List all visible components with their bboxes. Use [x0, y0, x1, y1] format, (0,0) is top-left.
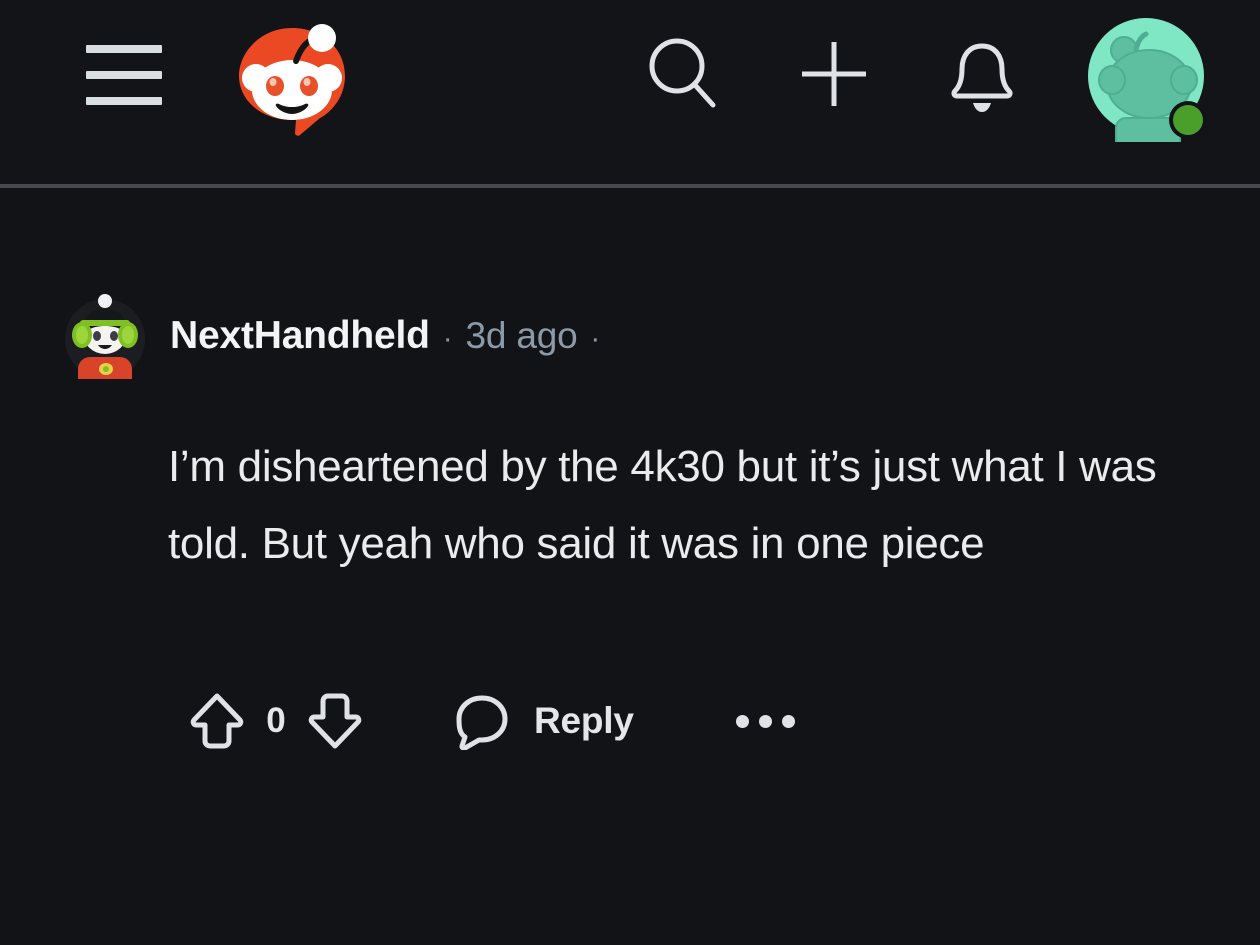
- comment-bubble-icon: [454, 692, 510, 750]
- avatar: [1084, 14, 1212, 142]
- search-button[interactable]: [636, 26, 732, 122]
- downvote-arrow-icon: [306, 690, 364, 752]
- menu-bar-3: [86, 97, 162, 105]
- comment-author-name[interactable]: NextHandheld: [170, 314, 430, 358]
- comment-header: NextHandheld · 3d ago ·: [62, 293, 613, 379]
- comment-byline: NextHandheld · 3d ago ·: [170, 314, 613, 358]
- plus-icon: [794, 34, 874, 114]
- reddit-app: NextHandheld · 3d ago · I’m disheartened…: [0, 0, 1260, 945]
- upvote-arrow-icon: [188, 690, 246, 752]
- comment-body-text: I’m disheartened by the 4k30 but it’s ju…: [168, 442, 1157, 568]
- byline-separator-2: ·: [590, 323, 601, 355]
- reply-button[interactable]: Reply: [454, 692, 634, 750]
- upvote-button[interactable]: [188, 690, 246, 752]
- vote-group: 0: [188, 690, 364, 752]
- search-icon: [641, 31, 727, 117]
- top-navigation-bar: [0, 0, 1260, 184]
- account-avatar-button[interactable]: [1084, 14, 1212, 142]
- create-post-button[interactable]: [786, 26, 882, 122]
- comment-timestamp: 3d ago: [465, 315, 578, 356]
- reddit-logo-icon[interactable]: [226, 14, 358, 146]
- vote-count: 0: [266, 701, 286, 740]
- overflow-dot-1: [735, 714, 749, 728]
- menu-icon[interactable]: [86, 45, 162, 105]
- bell-icon: [944, 34, 1020, 114]
- comment-author-avatar[interactable]: [62, 293, 148, 379]
- overflow-dot-2: [758, 714, 772, 728]
- header-divider: [0, 184, 1260, 188]
- comment-action-bar: 0 Reply: [188, 686, 801, 756]
- notifications-button[interactable]: [934, 26, 1030, 122]
- downvote-button[interactable]: [306, 690, 364, 752]
- reply-label: Reply: [534, 700, 634, 741]
- byline-separator-1: ·: [442, 323, 453, 355]
- overflow-dot-3: [781, 714, 795, 728]
- more-options-button[interactable]: [730, 705, 801, 738]
- menu-bar-1: [86, 45, 162, 53]
- menu-bar-2: [86, 71, 162, 79]
